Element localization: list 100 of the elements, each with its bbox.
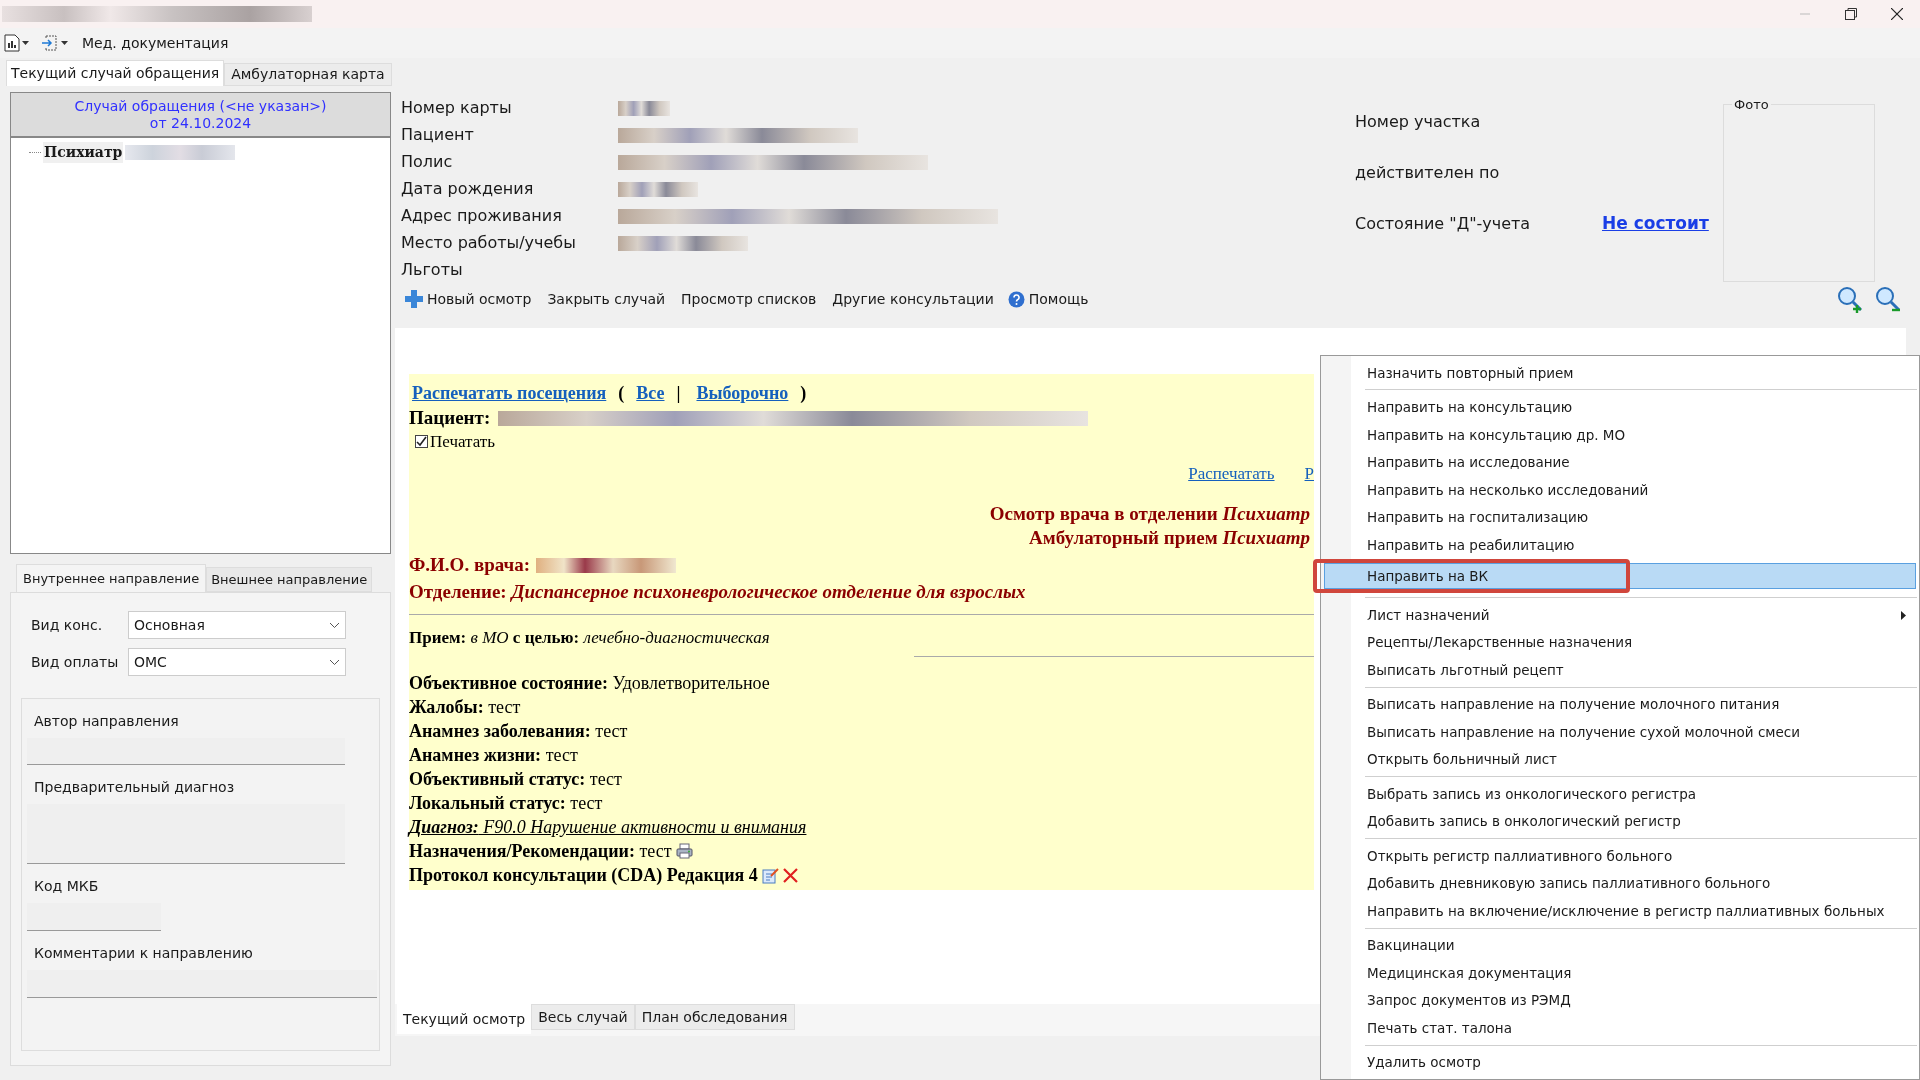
exam-heading: Осмотр врача в отделении Психиатр: [989, 502, 1310, 526]
document-line: Локальный статус: тест: [409, 792, 603, 815]
tab[interactable]: Внутреннее направление: [16, 564, 207, 592]
checkbox-label: Печатать: [430, 431, 495, 453]
tab[interactable]: Амбулаторная карта: [224, 63, 392, 86]
edit-icon[interactable]: [761, 866, 779, 884]
tab[interactable]: Внешнее направление: [206, 567, 373, 592]
menu-item[interactable]: Направить на ВК: [1324, 563, 1916, 590]
delete-icon[interactable]: [782, 867, 798, 883]
all-link[interactable]: Все: [636, 380, 665, 407]
tab[interactable]: Текущий случай обращения: [6, 60, 225, 86]
print-link[interactable]: Распечатать: [1188, 460, 1275, 486]
select-field[interactable]: Основная: [128, 611, 346, 639]
blurred-text-block: [618, 100, 670, 116]
select-field[interactable]: ОМС: [128, 648, 346, 676]
menu-item[interactable]: Направить на включение/исключение в регистр паллиативных больных: [1324, 897, 1916, 925]
document-line: Объективное состояние: Удовлетворительное: [409, 672, 770, 695]
menu-item[interactable]: Выбрать запись из онкологического регистра: [1324, 780, 1916, 808]
info-label: Место работы/учебы: [401, 232, 577, 254]
menu-item[interactable]: Выписать направление на получение сухой молочной смеси: [1324, 718, 1916, 746]
paren: ): [800, 382, 807, 405]
close-icon: [1891, 8, 1903, 20]
menu-item[interactable]: Открыть регистр паллиативного больного: [1324, 842, 1916, 870]
toolbar-button[interactable]: Закрыть случай: [541, 284, 670, 314]
submenu-arrow-icon: [1901, 610, 1906, 620]
input-field[interactable]: [27, 903, 161, 931]
field-label: Предварительный диагноз: [33, 778, 236, 797]
field-label: Вид конс.: [31, 615, 104, 635]
info-label: Дата рождения: [401, 178, 535, 200]
import-menu-button[interactable]: [41, 34, 68, 52]
tab[interactable]: Текущий осмотр: [397, 1004, 532, 1034]
menu-item[interactable]: Выписать направление на получение молочного питания: [1324, 690, 1916, 719]
menu-item[interactable]: Открыть больничный лист: [1324, 745, 1916, 774]
document-line: Объективный статус: тест: [409, 768, 622, 791]
info-label: Полис: [401, 151, 454, 173]
department-text: Отделение: Диспансерное психоневрологическое отделение для взрослых: [409, 579, 1314, 615]
caret-icon: [22, 41, 29, 45]
input-field[interactable]: [27, 804, 345, 864]
document-line: Протокол консультации (CDA) Редакция 4: [409, 864, 758, 887]
menu-item[interactable]: Назначить повторный прием: [1324, 359, 1916, 387]
separator-mark: |: [676, 382, 681, 405]
document-line: Жалобы: тест: [409, 696, 521, 719]
case-title: Случай обращения (<не указан>): [74, 97, 327, 115]
info-label: Пациент: [401, 124, 475, 146]
menu-item[interactable]: Удалить осмотр: [1324, 1048, 1916, 1077]
zoom-in-icon[interactable]: [1836, 285, 1864, 313]
menu-item[interactable]: Направить на исследование: [1324, 448, 1916, 476]
info-label: Адрес проживания: [401, 205, 563, 227]
plus-icon: [405, 290, 423, 308]
help-icon: [1007, 290, 1025, 308]
exam-heading: Амбулаторный прием Психиатр: [1029, 526, 1310, 550]
zoom-out-icon[interactable]: [1874, 285, 1902, 313]
printer-icon[interactable]: [675, 843, 693, 859]
restore-icon: [1845, 8, 1857, 20]
toolbar-button[interactable]: Просмотр списков: [675, 284, 821, 314]
menu-item[interactable]: Направить на реабилитацию: [1324, 530, 1916, 559]
diagnosis-line: Диагноз: F90.0 Нарушение активности и внимания: [409, 816, 807, 839]
menu-item[interactable]: Лист назначений: [1324, 601, 1916, 629]
case-date: от 24.10.2024: [149, 114, 252, 132]
menu-item[interactable]: Печать стат. талона: [1324, 1014, 1916, 1042]
info-label: Номер участка: [1355, 110, 1482, 133]
med-docs-button[interactable]: Мед. документация: [82, 32, 229, 54]
document-menu-button[interactable]: [4, 34, 29, 52]
checkbox[interactable]: [415, 435, 428, 449]
field-label: Автор направления: [33, 712, 180, 731]
menu-item[interactable]: Медицинская документация: [1324, 959, 1916, 987]
menu-item[interactable]: Добавить запись в онкологический регистр: [1324, 807, 1916, 836]
menu-item[interactable]: Направить на консультацию: [1324, 393, 1916, 421]
chevron-icon: [329, 658, 340, 666]
menu-item[interactable]: Добавить дневниковую запись паллиативного больного: [1324, 869, 1916, 898]
document-line: Анамнез заболевания: тест: [409, 720, 628, 743]
status-link[interactable]: Не состоит: [1602, 210, 1709, 237]
tree-item[interactable]: Психиатр: [43, 142, 124, 163]
menu-item[interactable]: Выписать льготный рецепт: [1324, 656, 1916, 684]
paren: (: [618, 382, 625, 405]
tab[interactable]: Весь случай: [531, 1004, 635, 1030]
menu-item[interactable]: Рецепты/Лекарственные назначения: [1324, 628, 1916, 657]
menu-item[interactable]: Вакцинации: [1324, 931, 1916, 960]
selective-link[interactable]: Выборочно: [696, 380, 789, 407]
field-label: Комментарии к направлению: [33, 944, 254, 963]
input-field[interactable]: [27, 970, 377, 998]
info-label: действителен по: [1355, 161, 1501, 184]
menu-item[interactable]: Направить на несколько исследований: [1324, 475, 1916, 504]
menu-item[interactable]: Запрос документов из РЭМД: [1324, 986, 1916, 1015]
reception-text: Прием: в МО с целью: лечебно-диагностическая: [409, 626, 770, 649]
menu-item[interactable]: Направить на госпитализацию: [1324, 503, 1916, 531]
toolbar-button[interactable]: Другие консультации: [826, 284, 998, 314]
menu-item[interactable]: Направить на консультацию др. МО: [1324, 420, 1916, 449]
tab[interactable]: План обследования: [634, 1004, 795, 1030]
chevron-icon: [329, 621, 340, 629]
patient-label: Пациент:: [409, 407, 491, 429]
toolbar-button[interactable]: Новый осмотр: [401, 284, 536, 314]
document-line: Назначения/Рекомендации: тест: [409, 840, 672, 863]
caret-icon: [61, 41, 68, 45]
toolbar-button[interactable]: Помощь: [1003, 284, 1093, 314]
input-field[interactable]: [27, 738, 345, 765]
print-visits-link[interactable]: Распечатать посещения: [412, 380, 607, 407]
print-link[interactable]: Р: [1304, 460, 1314, 486]
document-line: Анамнез жизни: тест: [409, 744, 578, 767]
info-label: Льготы: [401, 259, 464, 281]
